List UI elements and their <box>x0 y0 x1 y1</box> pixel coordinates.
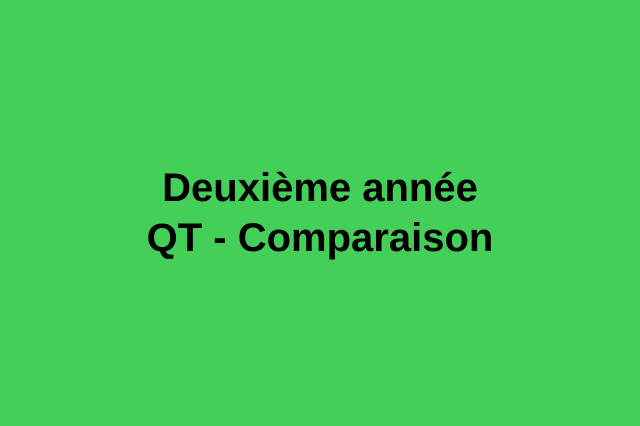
title-slide: Deuxième année QT - Comparaison <box>0 0 640 426</box>
title-line-2: QT - Comparaison <box>146 216 494 260</box>
title-line-1: Deuxième année <box>162 166 478 210</box>
slide-title: Deuxième année QT - Comparaison <box>147 163 494 263</box>
